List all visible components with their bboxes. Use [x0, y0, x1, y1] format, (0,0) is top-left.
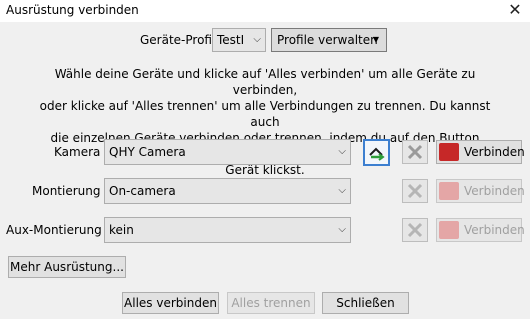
tools-icon — [407, 183, 423, 199]
tools-icon — [407, 222, 423, 238]
camera-settings-button[interactable] — [402, 140, 428, 164]
profile-value: TestI — [217, 33, 245, 47]
camera-label: Kamera — [54, 145, 101, 159]
title-bar: Ausrüstung verbinden ✕ — [0, 0, 530, 22]
mount-connect-label: Verbinden — [464, 184, 525, 198]
window-title: Ausrüstung verbinden — [6, 3, 139, 17]
more-equipment-button[interactable]: Mehr Ausrüstung... — [8, 256, 126, 278]
plug-icon — [439, 182, 459, 200]
aux-mount-connect-label: Verbinden — [464, 223, 525, 237]
swap-arrows-icon — [369, 147, 385, 161]
manage-profiles-button[interactable]: Profile verwalten ▼ — [271, 28, 387, 52]
close-icon[interactable]: ✕ — [502, 0, 528, 20]
manage-profiles-label: Profile verwalten — [277, 33, 378, 47]
profile-label: Geräte-Profil — [140, 33, 216, 47]
disconnect-all-button[interactable]: Alles trennen — [227, 292, 315, 314]
camera-connect-label: Verbinden — [464, 145, 525, 159]
mount-value: On-camera — [109, 184, 176, 198]
camera-connect-button[interactable]: Verbinden — [436, 140, 525, 164]
aux-mount-settings-button[interactable] — [402, 218, 428, 242]
plug-icon — [439, 143, 459, 161]
chevron-down-icon: ⌵ — [338, 146, 346, 157]
dropdown-arrow-icon: ▼ — [372, 35, 379, 44]
camera-select[interactable]: QHY Camera ⌵ — [104, 139, 351, 165]
chevron-down-icon: ⌵ — [338, 185, 346, 196]
swap-camera-button[interactable] — [363, 139, 390, 166]
mount-connect-button[interactable]: Verbinden — [436, 179, 525, 203]
mount-select[interactable]: On-camera ⌵ — [104, 178, 351, 204]
chevron-down-icon: ⌵ — [338, 224, 346, 235]
tools-icon — [407, 144, 423, 160]
close-button[interactable]: Schließen — [322, 292, 409, 314]
connect-all-button[interactable]: Alles verbinden — [122, 292, 219, 314]
mount-settings-button[interactable] — [402, 179, 428, 203]
profile-select[interactable]: TestI ⌵ — [212, 28, 266, 52]
aux-mount-select[interactable]: kein ⌵ — [104, 217, 351, 243]
aux-mount-label: Aux-Montierung — [6, 223, 102, 237]
camera-value: QHY Camera — [109, 145, 186, 159]
aux-mount-value: kein — [109, 223, 134, 237]
aux-mount-connect-button[interactable]: Verbinden — [436, 218, 525, 242]
mount-label: Montierung — [32, 184, 101, 198]
chevron-down-icon: ⌵ — [253, 34, 261, 45]
plug-icon — [439, 221, 459, 239]
